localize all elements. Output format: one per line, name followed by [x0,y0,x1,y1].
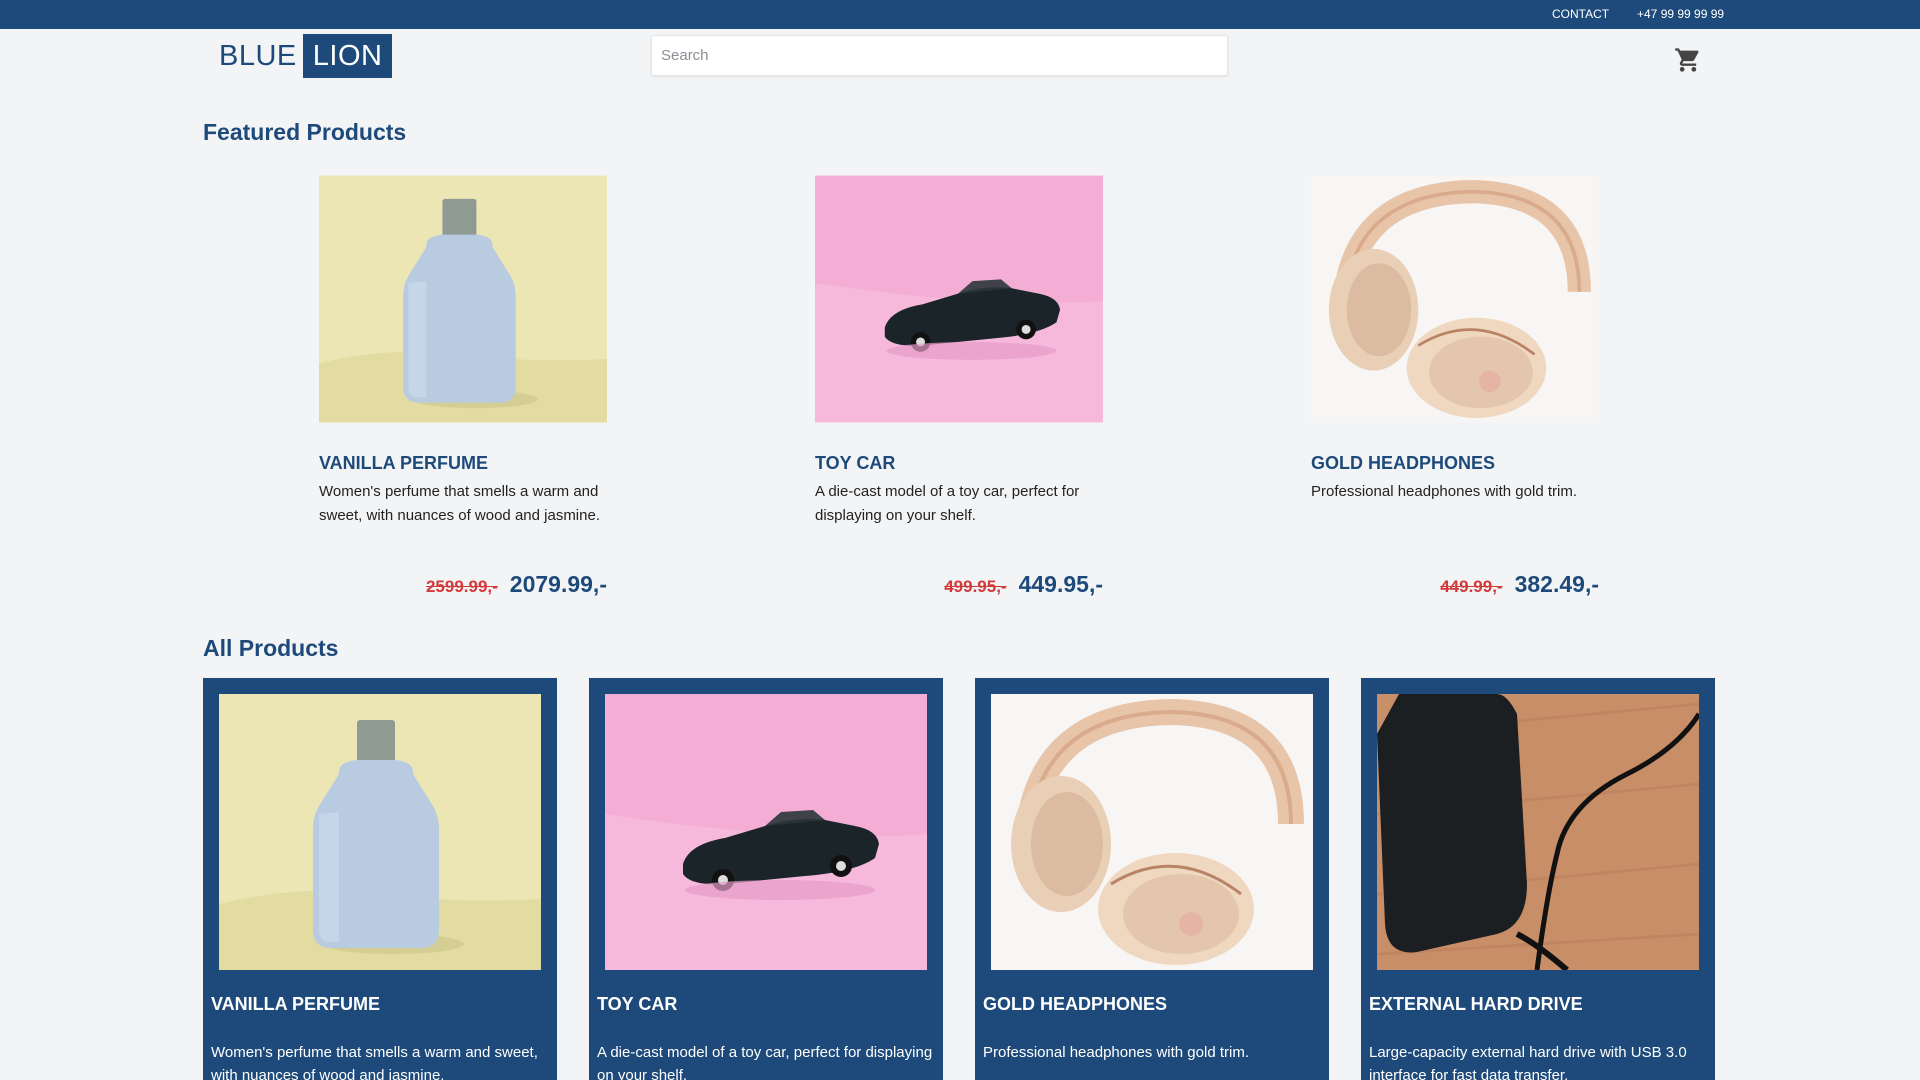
sale-price: 382.49,- [1514,571,1599,597]
product-name[interactable]: VANILLA PERFUME [319,453,607,474]
product-description: Professional headphones with gold trim. [983,1044,1249,1061]
original-price: 499.95,- [944,577,1007,596]
logo-word-blue: BLUE [219,39,297,72]
product-name[interactable]: GOLD HEADPHONES [1311,453,1599,474]
product-description: Professional headphones with gold trim. [1311,483,1577,500]
logo-word-lion: LION [302,34,393,78]
featured-product-card[interactable]: GOLD HEADPHONES Professional headphones … [1311,161,1599,597]
contact-link[interactable]: CONTACT [1552,7,1609,21]
product-card[interactable]: TOY CAR A die-cast model of a toy car, p… [589,678,943,1080]
phone-number: +47 99 99 99 99 [1637,7,1725,21]
price-group: 499.95,- 449.95,- [944,571,1103,598]
product-name[interactable]: TOY CAR [815,453,1103,474]
product-image-headphones[interactable] [991,694,1313,970]
product-image-perfume[interactable] [219,694,541,970]
featured-product-card[interactable]: VANILLA PERFUME Women's perfume that sme… [319,161,607,597]
original-price: 2599.99,- [425,577,498,596]
site-logo[interactable]: BLUE LION [214,34,393,78]
sale-price: 449.95,- [1018,571,1103,597]
top-bar: CONTACT +47 99 99 99 99 [0,0,1920,29]
product-description: Women's perfume that smells a warm and s… [319,483,600,524]
sale-price: 2079.99,- [509,571,607,597]
product-description: A die-cast model of a toy car, perfect f… [597,1044,933,1080]
price-group: 449.99,- 382.49,- [1440,571,1599,598]
search-input[interactable] [651,35,1228,76]
all-products-heading: All Products [203,635,339,661]
product-card[interactable]: EXTERNAL HARD DRIVE Large-capacity exter… [1361,678,1715,1080]
product-card[interactable]: VANILLA PERFUME Women's perfume that sme… [203,678,557,1080]
product-description: A die-cast model of a toy car, perfect f… [815,483,1080,524]
featured-product-card[interactable]: TOY CAR A die-cast model of a toy car, p… [815,161,1103,597]
shopping-cart-icon [1673,46,1703,74]
product-name[interactable]: GOLD HEADPHONES [983,994,1167,1015]
product-description: Large-capacity external hard drive with … [1369,1044,1687,1080]
cart-button[interactable] [1673,46,1703,74]
product-name[interactable]: EXTERNAL HARD DRIVE [1369,994,1583,1015]
product-name[interactable]: TOY CAR [597,994,677,1015]
featured-products-heading: Featured Products [203,119,407,145]
product-card[interactable]: GOLD HEADPHONES Professional headphones … [975,678,1329,1080]
product-image-hard-drive[interactable] [1377,694,1699,970]
original-price: 449.99,- [1440,577,1503,596]
product-image-toy-car[interactable] [605,694,927,970]
price-group: 2599.99,- 2079.99,- [426,571,607,598]
product-image-perfume[interactable] [319,161,607,437]
product-description: Women's perfume that smells a warm and s… [211,1044,538,1080]
product-image-toy-car[interactable] [815,161,1103,437]
product-image-headphones[interactable] [1311,161,1599,437]
product-name[interactable]: VANILLA PERFUME [211,994,380,1015]
